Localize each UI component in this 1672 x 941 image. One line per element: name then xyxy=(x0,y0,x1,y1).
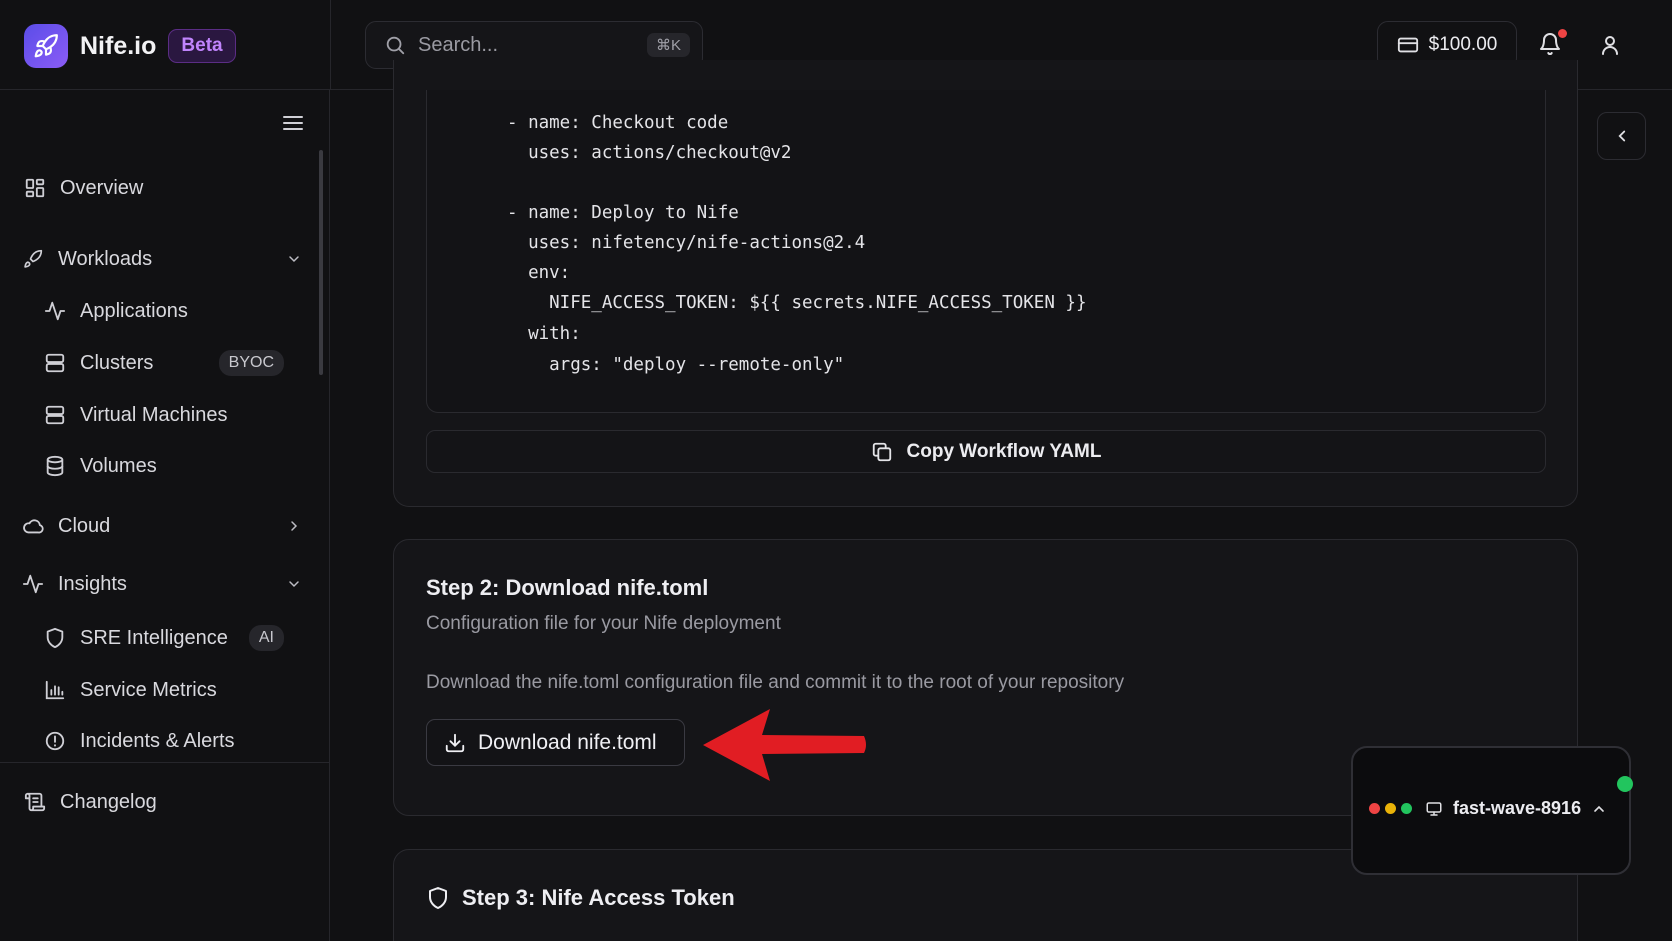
red-arrow-annotation xyxy=(700,705,870,787)
user-icon[interactable] xyxy=(1598,33,1622,57)
notification-dot xyxy=(1558,29,1567,38)
sidebar-item-virtual-machines[interactable]: Virtual Machines xyxy=(42,393,300,437)
widget-name: fast-wave-8916 xyxy=(1453,798,1582,818)
cloud-icon xyxy=(20,515,46,537)
sidebar-item-incidents-alerts[interactable]: Incidents & Alerts xyxy=(42,719,300,763)
sidebar-item-applications[interactable]: Applications xyxy=(42,289,300,333)
brand-name: Nife.io xyxy=(80,31,157,60)
grid-icon xyxy=(22,177,48,199)
sidebar-item-label: Overview xyxy=(60,176,144,199)
divider xyxy=(0,762,330,763)
search-icon xyxy=(384,34,406,56)
step2-description: Download the nife.toml configuration fil… xyxy=(426,672,1125,693)
balance-amount: $100.00 xyxy=(1428,34,1498,55)
terminal-widget[interactable]: fast-wave-8916 xyxy=(1351,746,1631,875)
step2-title: Step 2: Download nife.toml xyxy=(426,575,709,600)
download-icon xyxy=(444,732,466,754)
sidebar-item-label: Clusters xyxy=(80,351,154,374)
code-line: with: xyxy=(507,324,581,344)
code-line: args: "deploy --remote-only" xyxy=(507,355,845,375)
scroll-text-icon xyxy=(22,791,48,813)
shield-icon xyxy=(426,886,450,910)
sidebar-item-label: Incidents & Alerts xyxy=(80,729,235,752)
chevron-down-icon xyxy=(286,576,302,592)
sidebar-item-insights[interactable]: Insights xyxy=(20,562,320,606)
divider xyxy=(330,0,331,90)
workflow-code-block: - name: Checkout code uses: actions/chec… xyxy=(426,90,1546,413)
sidebar-item-changelog[interactable]: Changelog xyxy=(22,780,322,824)
alert-circle-icon xyxy=(42,730,68,752)
rocket-logo-icon xyxy=(24,24,68,68)
sidebar-item-label: Changelog xyxy=(60,790,157,813)
chevron-right-icon xyxy=(286,518,302,534)
sidebar-item-label: Service Metrics xyxy=(80,678,217,701)
copy-icon xyxy=(871,441,893,463)
sidebar-item-cloud[interactable]: Cloud xyxy=(20,504,320,548)
sidebar-item-clusters[interactable]: Clusters BYOC xyxy=(42,341,300,385)
sidebar-item-volumes[interactable]: Volumes xyxy=(42,444,300,488)
download-toml-button[interactable]: Download nife.toml xyxy=(426,719,685,766)
credit-card-icon xyxy=(1397,34,1419,56)
sidebar-item-sre-intelligence[interactable]: SRE Intelligence AI xyxy=(42,616,300,660)
search-placeholder: Search... xyxy=(418,33,499,56)
online-status-dot xyxy=(1617,776,1633,792)
beta-badge: Beta xyxy=(168,29,236,63)
sidebar: Overview Workloads Applications Clusters… xyxy=(0,90,330,941)
yellow-dot xyxy=(1385,803,1396,814)
workflow-code: - name: Checkout code uses: actions/chec… xyxy=(427,90,1086,375)
activity-icon xyxy=(42,300,68,322)
chevron-left-icon xyxy=(1613,127,1631,145)
chevron-up-icon[interactable] xyxy=(1591,801,1607,817)
sidebar-item-label: Cloud xyxy=(58,514,111,537)
bar-chart-icon xyxy=(42,679,68,701)
menu-icon[interactable] xyxy=(283,115,303,131)
chevron-down-icon xyxy=(286,251,302,267)
step3-title: Step 3: Nife Access Token xyxy=(462,885,735,910)
rocket-icon xyxy=(20,249,46,269)
ai-badge: AI xyxy=(248,625,284,651)
sidebar-item-label: SRE Intelligence xyxy=(80,626,228,649)
code-line: uses: actions/checkout@v2 xyxy=(507,143,792,163)
sidebar-item-overview[interactable]: Overview xyxy=(22,166,322,210)
download-toml-label: Download nife.toml xyxy=(478,730,657,754)
step3-header: Step 3: Nife Access Token xyxy=(426,885,735,911)
code-line: uses: nifetency/nife-actions@2.4 xyxy=(507,233,866,253)
sidebar-item-label: Volumes xyxy=(80,454,157,477)
monitor-icon xyxy=(1425,800,1443,818)
copy-workflow-label: Copy Workflow YAML xyxy=(906,440,1102,462)
sidebar-item-service-metrics[interactable]: Service Metrics xyxy=(42,668,300,712)
database-icon xyxy=(42,455,68,477)
search-shortcut: ⌘K xyxy=(646,33,690,57)
sidebar-item-label: Insights xyxy=(58,572,127,595)
shield-icon xyxy=(42,627,68,649)
green-dot xyxy=(1401,803,1412,814)
widget-row: fast-wave-8916 xyxy=(1369,798,1607,819)
collapse-panel-button[interactable] xyxy=(1597,112,1646,160)
red-dot xyxy=(1369,803,1380,814)
sidebar-item-label: Virtual Machines xyxy=(80,403,228,426)
code-line: - name: Deploy to Nife xyxy=(507,203,739,223)
byoc-badge: BYOC xyxy=(218,350,284,376)
code-line: - name: Checkout code xyxy=(507,113,729,133)
step2-subtitle: Configuration file for your Nife deploym… xyxy=(426,613,781,634)
server-icon xyxy=(42,404,68,426)
activity-icon xyxy=(20,573,46,595)
sidebar-item-workloads[interactable]: Workloads xyxy=(20,237,320,281)
code-line: env: xyxy=(507,263,571,283)
code-line: NIFE_ACCESS_TOKEN: ${{ secrets.NIFE_ACCE… xyxy=(507,293,1087,313)
sidebar-item-label: Workloads xyxy=(58,247,153,270)
copy-workflow-button[interactable]: Copy Workflow YAML xyxy=(426,430,1546,473)
sidebar-item-label: Applications xyxy=(80,299,188,322)
server-icon xyxy=(42,352,68,374)
brand[interactable]: Nife.io Beta xyxy=(24,24,236,68)
